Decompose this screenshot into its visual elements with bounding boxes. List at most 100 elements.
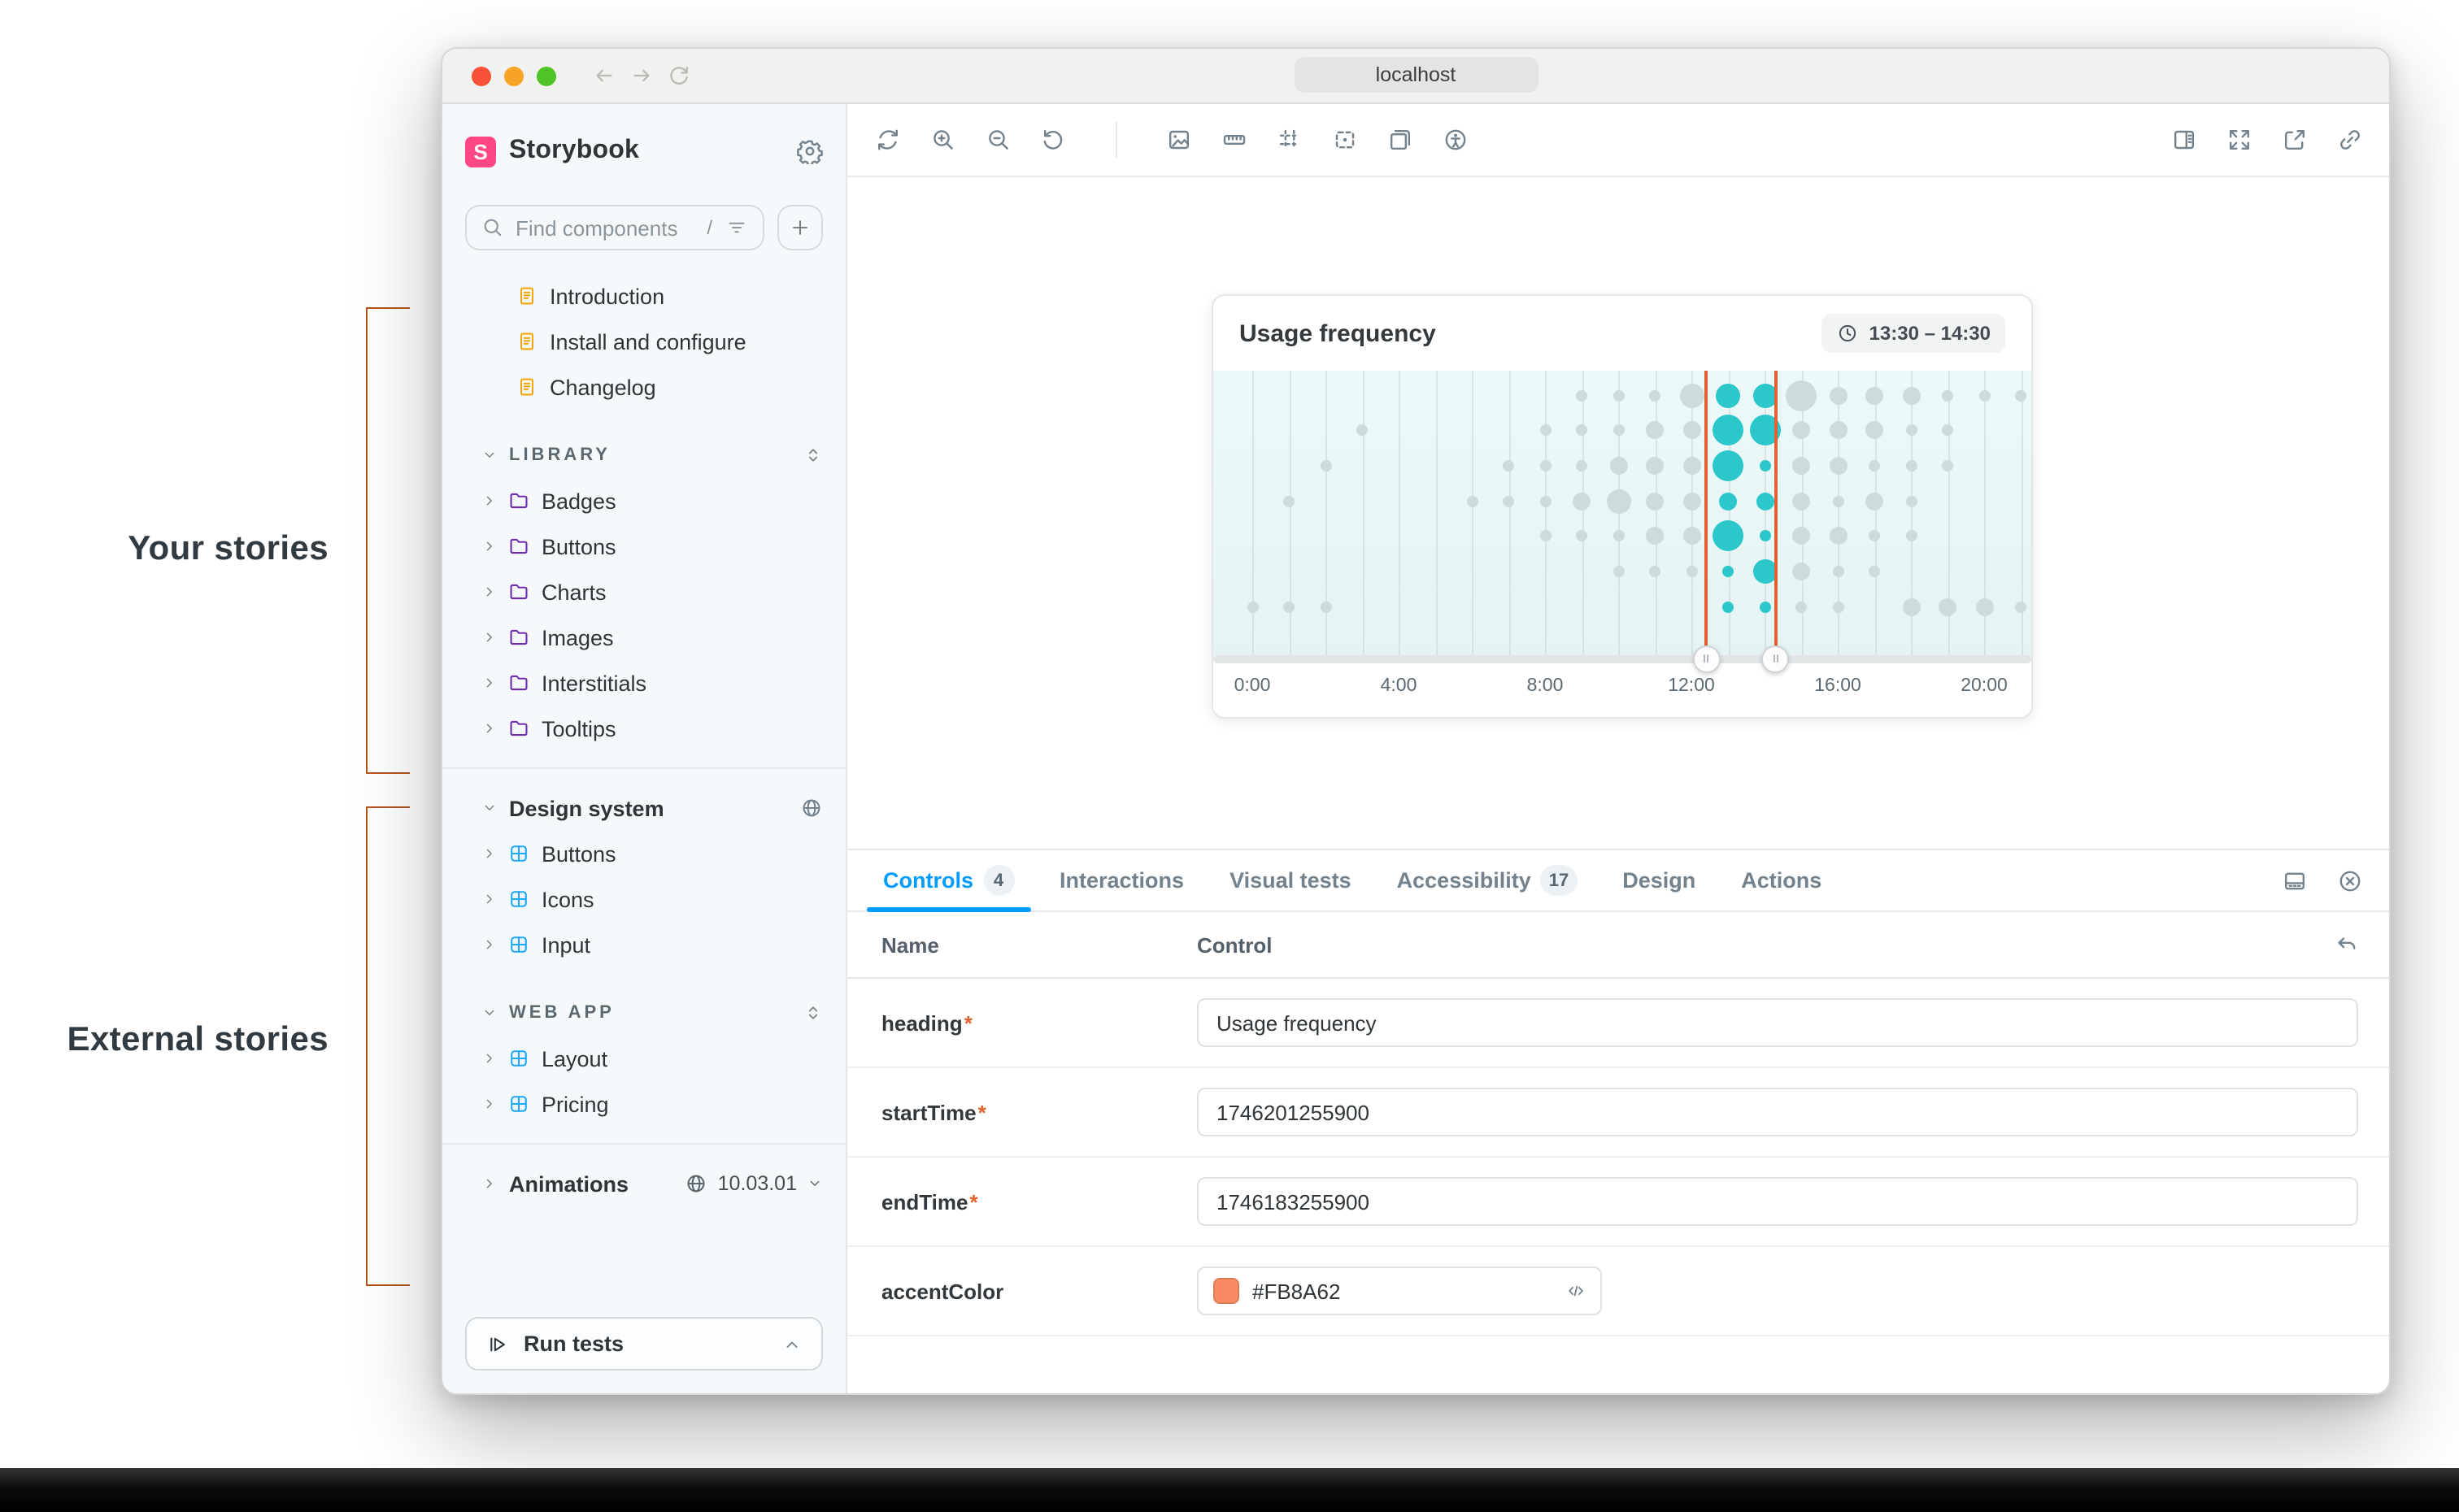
sidebar-item-animations[interactable]: Animations 10.03.01: [442, 1161, 846, 1206]
toolbar-grid-icon[interactable]: [1277, 127, 1303, 153]
range-start-handle[interactable]: [1692, 645, 1720, 672]
tab-interactions[interactable]: Interactions: [1037, 850, 1207, 910]
toolbar-background-icon[interactable]: [1166, 127, 1192, 153]
toolbar-accessibility-icon[interactable]: [1443, 127, 1469, 153]
text-input-starttime[interactable]: 1746201255900: [1197, 1088, 2358, 1136]
folder-icon: [507, 626, 530, 649]
control-name: startTime*: [847, 1100, 1197, 1124]
toolbar-zoom-reset-icon[interactable]: [1041, 127, 1067, 153]
run-tests-button[interactable]: Run tests: [465, 1317, 823, 1371]
doc-icon: [516, 285, 538, 307]
usage-frequency-card: Usage frequency 13:30 – 14:30 0:004:008:…: [1212, 294, 2033, 719]
toolbar-ruler-icon[interactable]: [1221, 127, 1247, 153]
chart-bubble: [1865, 492, 1883, 510]
chart-bubble: [1356, 424, 1368, 436]
color-swatch[interactable]: [1213, 1278, 1239, 1304]
minimize-window-button[interactable]: [504, 66, 524, 85]
sidebar-item-install-and-configure[interactable]: Install and configure: [442, 319, 846, 364]
close-window-button[interactable]: [472, 66, 491, 85]
zoom-window-button[interactable]: [537, 66, 556, 85]
chevron-up-icon[interactable]: [782, 1334, 802, 1353]
chart-bubble: [1682, 457, 1700, 475]
toolbar-copy-link-icon[interactable]: [2337, 127, 2363, 153]
url-bar[interactable]: localhost: [1294, 57, 1538, 93]
sidebar-item-input[interactable]: Input: [442, 922, 846, 967]
reload-icon[interactable]: [667, 63, 691, 88]
chart-bubble: [1752, 383, 1777, 407]
slider-track[interactable]: [1213, 655, 2031, 663]
required-marker: *: [969, 1189, 977, 1214]
chart-bubble: [1829, 386, 1847, 404]
tab-design[interactable]: Design: [1599, 850, 1718, 910]
sidebar-item-interstitials[interactable]: Interstitials: [442, 660, 846, 706]
sidebar-item-changelog[interactable]: Changelog: [442, 364, 846, 410]
chart-gridline: [1545, 371, 1547, 658]
sidebar-item-buttons[interactable]: Buttons: [442, 831, 846, 876]
toolbar-outline-icon[interactable]: [1387, 127, 1413, 153]
toolbar-open-new-tab-icon[interactable]: [2282, 127, 2308, 153]
chart-bubble: [1682, 492, 1700, 510]
tab-visual-tests[interactable]: Visual tests: [1207, 850, 1374, 910]
sidebar-item-charts[interactable]: Charts: [442, 569, 846, 615]
chart-gridline: [1435, 371, 1437, 658]
panel-close-circle-icon[interactable]: [2337, 867, 2363, 893]
toolbar-panel-toggle-icon[interactable]: [2171, 127, 2197, 153]
axis-tick-label: 4:00: [1363, 676, 1434, 696]
annotation-your-stories: Your stories: [36, 530, 329, 569]
axis-tick-label: 16:00: [1802, 676, 1874, 696]
collapse-expand-icon[interactable]: [803, 1003, 823, 1023]
chart-bubble: [1792, 492, 1810, 510]
collapse-expand-icon[interactable]: [803, 445, 823, 465]
section-library[interactable]: LIBRARY: [442, 432, 846, 478]
text-input-endtime[interactable]: 1746183255900: [1197, 1177, 2358, 1226]
column-control: Control: [1197, 932, 2389, 957]
tab-label: Design: [1622, 868, 1695, 893]
sidebar-item-icons[interactable]: Icons: [442, 876, 846, 922]
sidebar-item-introduction[interactable]: Introduction: [442, 273, 846, 319]
chart-bubble: [1905, 495, 1917, 506]
search-input[interactable]: Find components /: [465, 205, 764, 250]
tab-label: Accessibility: [1397, 868, 1531, 893]
sidebar-item-buttons[interactable]: Buttons: [442, 524, 846, 569]
tab-accessibility[interactable]: Accessibility17: [1374, 850, 1600, 910]
sidebar-item-pricing[interactable]: Pricing: [442, 1081, 846, 1127]
text-input-heading[interactable]: Usage frequency: [1197, 998, 2358, 1047]
section-web-app[interactable]: WEB APP: [442, 990, 846, 1036]
toolbar-remount-icon[interactable]: [875, 127, 901, 153]
chevron-right-icon: [481, 845, 498, 862]
panel-dock-bottom-icon[interactable]: [2282, 867, 2308, 893]
forward-icon[interactable]: [629, 63, 654, 88]
chart-bubble: [1942, 424, 1953, 436]
filter-icon[interactable]: [725, 216, 748, 239]
chevron-down-icon[interactable]: [807, 1175, 823, 1192]
sidebar-item-design-system[interactable]: Design system: [442, 785, 846, 831]
toolbar-measure-icon[interactable]: [1332, 127, 1358, 153]
search-icon: [481, 216, 504, 239]
chart-gridline: [1655, 371, 1656, 658]
sidebar-item-tooltips[interactable]: Tooltips: [442, 706, 846, 751]
folder-label: Charts: [542, 580, 607, 604]
create-story-button[interactable]: [777, 205, 823, 250]
chart-bubble: [1283, 601, 1295, 612]
toolbar-zoom-out-icon[interactable]: [986, 127, 1012, 153]
gear-icon[interactable]: [797, 138, 823, 164]
chart-bubble: [2015, 601, 2026, 612]
code-icon[interactable]: [1566, 1281, 1586, 1301]
color-control-accentcolor[interactable]: #FB8A62: [1197, 1267, 1602, 1315]
chart-bubble: [1606, 489, 1630, 513]
tab-actions[interactable]: Actions: [1718, 850, 1844, 910]
sidebar-divider: [442, 1143, 846, 1145]
globe-icon: [800, 797, 823, 819]
sidebar-item-layout[interactable]: Layout: [442, 1036, 846, 1081]
component-icon: [507, 1047, 530, 1070]
sidebar-item-badges[interactable]: Badges: [442, 478, 846, 524]
tab-label: Controls: [883, 868, 973, 893]
sidebar-item-images[interactable]: Images: [442, 615, 846, 660]
back-icon[interactable]: [592, 63, 616, 88]
toolbar-fullscreen-icon[interactable]: [2226, 127, 2252, 153]
tab-controls[interactable]: Controls4: [860, 850, 1037, 910]
controls-table-header: Name Control: [847, 912, 2389, 979]
reset-controls-icon[interactable]: [2334, 932, 2360, 958]
chart-gridline: [1691, 371, 1693, 658]
toolbar-zoom-in-icon[interactable]: [930, 127, 956, 153]
